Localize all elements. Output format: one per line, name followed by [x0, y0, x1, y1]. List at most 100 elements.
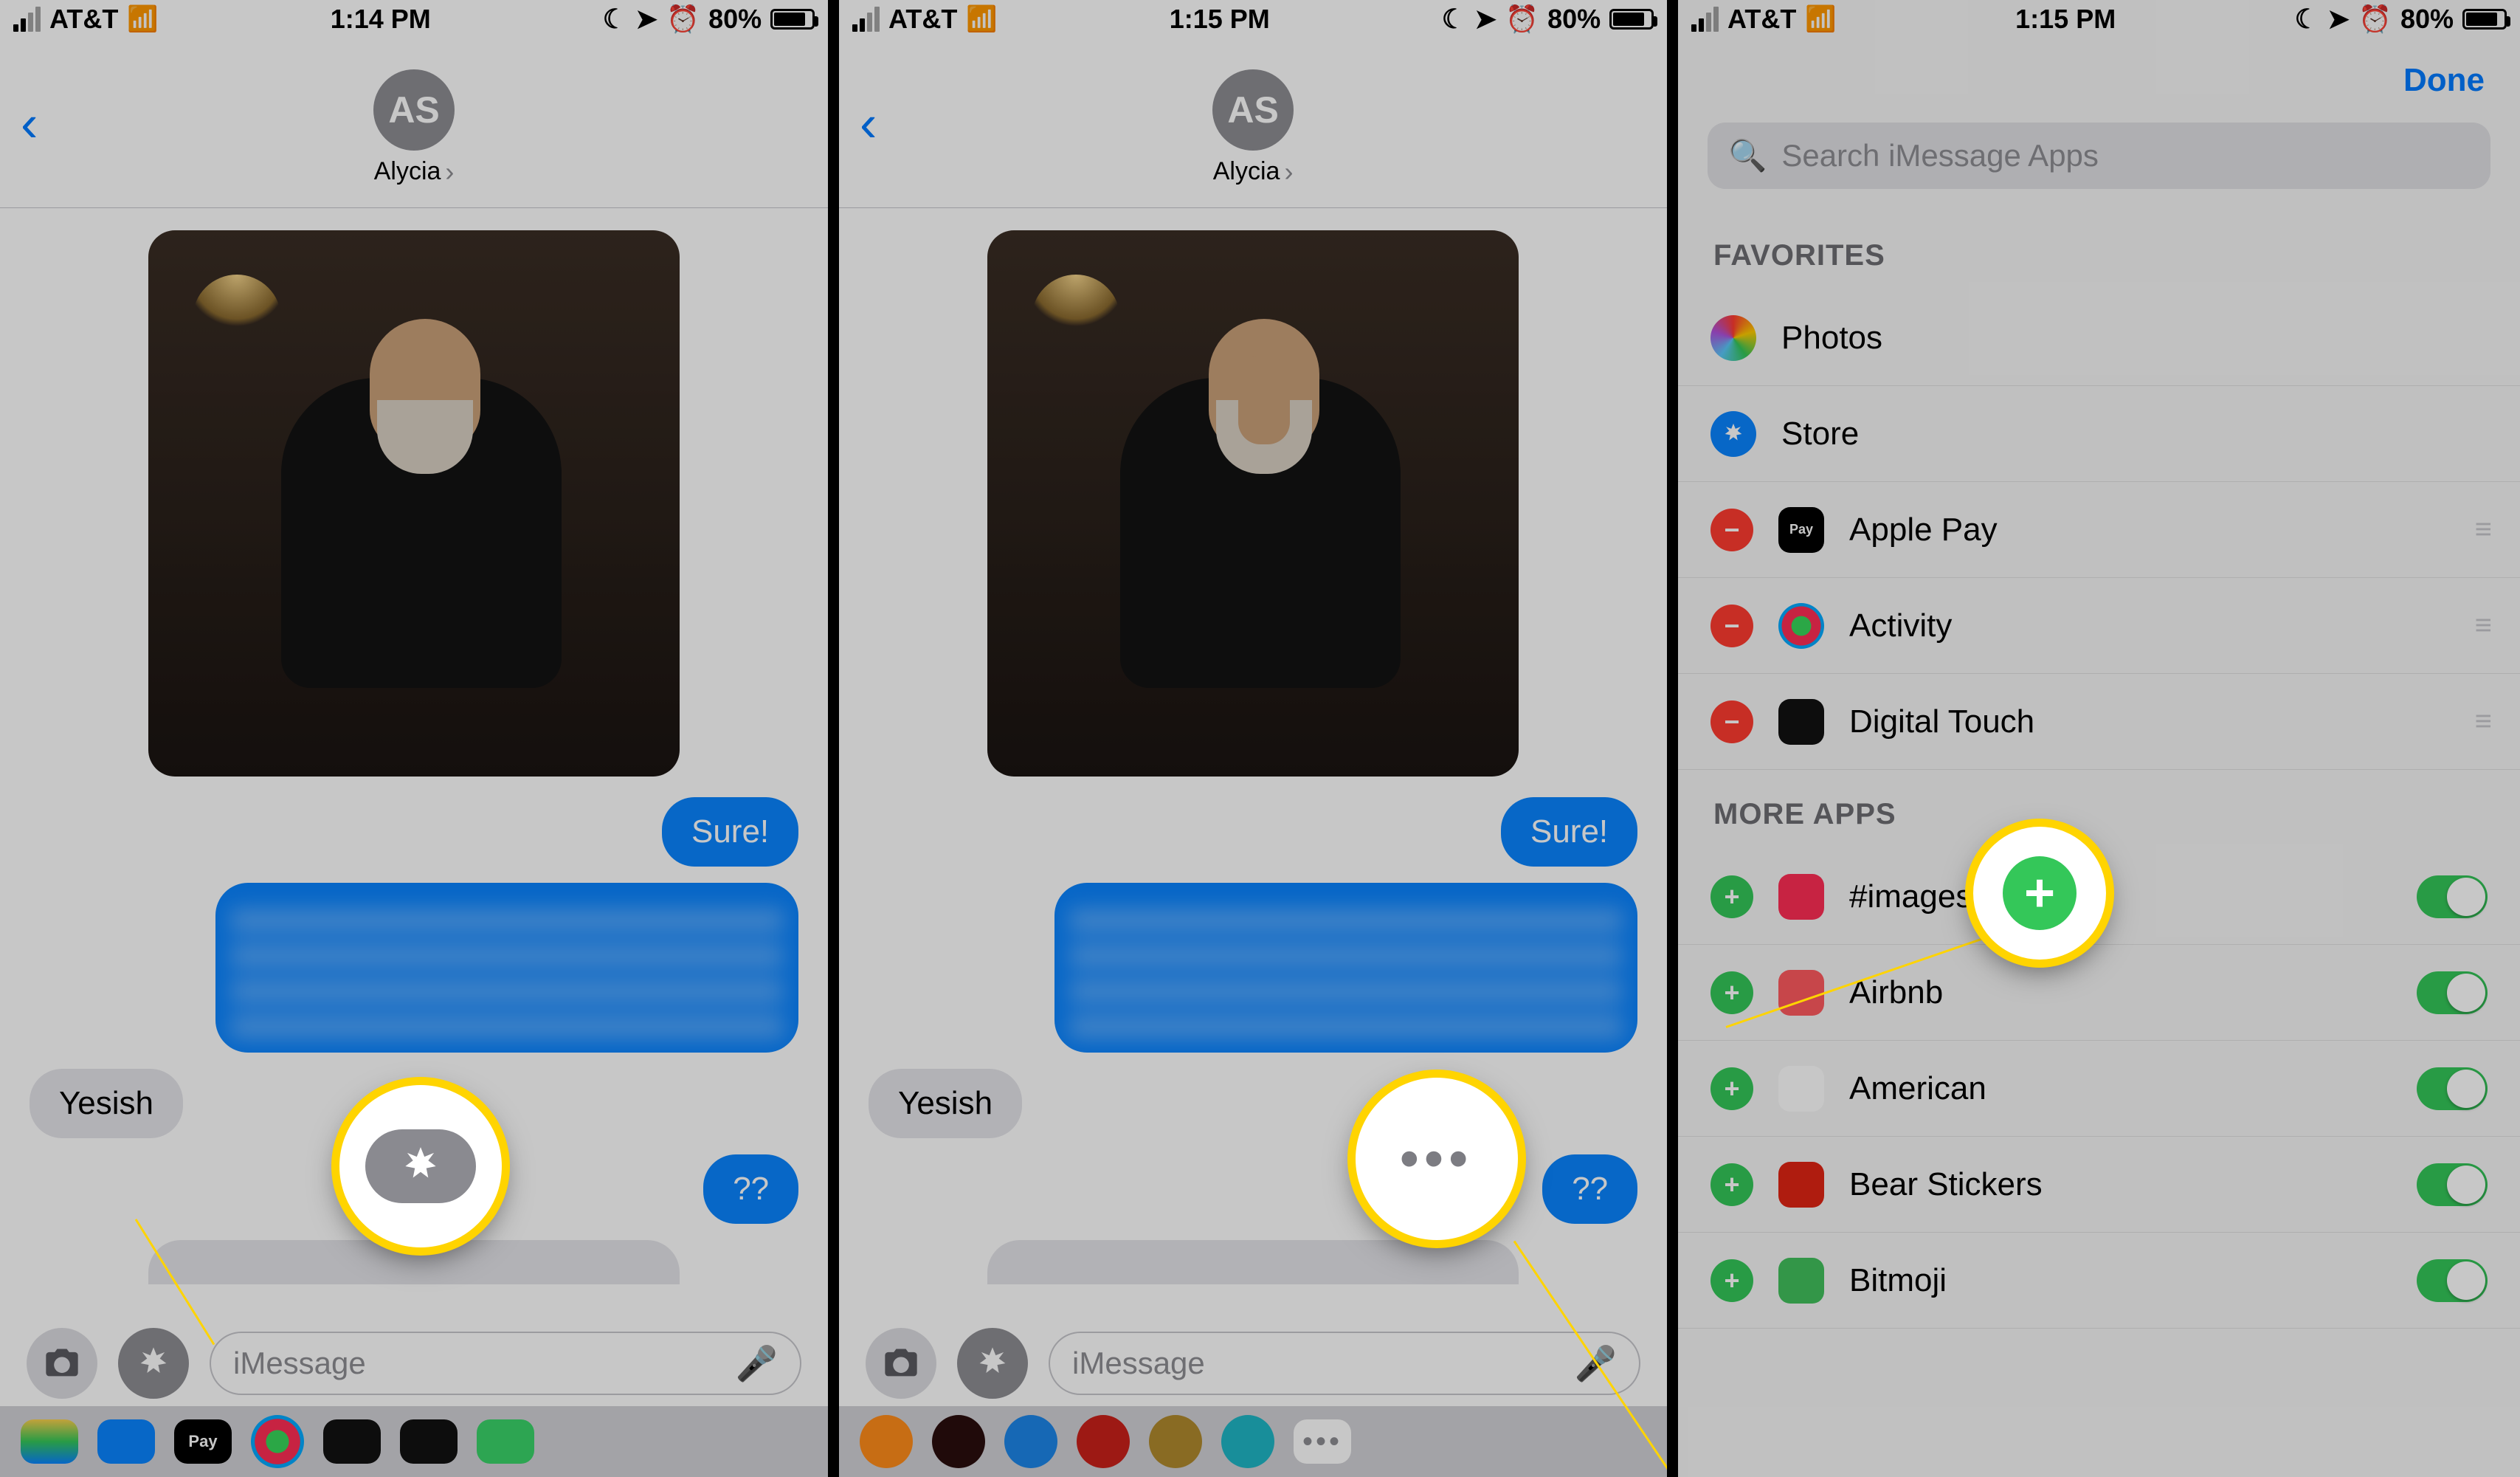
apps-key-button[interactable] — [957, 1328, 1028, 1399]
enable-toggle[interactable] — [2417, 875, 2488, 918]
add-button[interactable]: + — [1711, 1163, 1753, 1206]
redacted-outgoing-bubble[interactable] — [215, 883, 798, 1053]
remove-button[interactable]: − — [1711, 605, 1753, 647]
add-button[interactable]: + — [1711, 1259, 1753, 1302]
app-blue[interactable] — [1004, 1415, 1057, 1468]
microphone-icon[interactable]: 🎤 — [736, 1343, 778, 1384]
remove-button[interactable]: − — [1711, 509, 1753, 551]
compose-bar: iMessage 🎤 — [839, 1321, 1667, 1406]
app-drawer[interactable]: Pay — [0, 1406, 828, 1477]
wifi-icon: 📶 — [127, 4, 158, 34]
app-icon-7[interactable] — [477, 1419, 534, 1464]
incoming-bubble-cutoff — [987, 1240, 1519, 1284]
app-icon — [1778, 1162, 1824, 1208]
more-app-row[interactable]: +Bitmoji — [1678, 1233, 2520, 1329]
outgoing-bubble[interactable]: ?? — [1542, 1154, 1637, 1224]
photos-app-icon[interactable] — [21, 1419, 78, 1464]
outgoing-bubble[interactable]: ?? — [703, 1154, 798, 1224]
add-button[interactable]: + — [1711, 1067, 1753, 1110]
apps-key-button[interactable] — [118, 1328, 189, 1399]
enable-toggle[interactable] — [2417, 1163, 2488, 1206]
contact-avatar[interactable]: AS — [1212, 69, 1294, 151]
camera-button[interactable] — [27, 1328, 97, 1399]
favorite-row-activity[interactable]: − Activity ≡ — [1678, 578, 2520, 674]
app-label: Airbnb — [1849, 974, 2392, 1011]
contact-name-button[interactable]: Alycia › — [1213, 156, 1294, 187]
favorite-row-digitaltouch[interactable]: − Digital Touch ≡ — [1678, 674, 2520, 770]
clock-label: 1:15 PM — [2015, 4, 2116, 35]
chevron-right-icon: › — [1284, 156, 1293, 187]
app-label: American — [1849, 1070, 2392, 1107]
sheet-header: Done — [1678, 38, 2520, 123]
app-icon-6[interactable] — [400, 1419, 458, 1464]
reorder-handle-icon[interactable]: ≡ — [2475, 513, 2488, 546]
contact-name-button[interactable]: Alycia › — [374, 156, 455, 187]
callout-more-button: ••• — [1356, 1078, 1518, 1240]
input-placeholder: iMessage — [1072, 1346, 1205, 1381]
contact-avatar[interactable]: AS — [373, 69, 455, 151]
clock-label: 1:14 PM — [331, 4, 431, 35]
more-app-row[interactable]: + American — [1678, 1041, 2520, 1137]
favorite-row-applepay[interactable]: − Pay Apple Pay ≡ — [1678, 482, 2520, 578]
outgoing-bubble[interactable]: Sure! — [1501, 797, 1637, 867]
location-icon: ➤ — [635, 4, 657, 35]
incoming-bubble[interactable]: Yesish — [30, 1069, 183, 1138]
incoming-bubble[interactable]: Yesish — [869, 1069, 1022, 1138]
add-button[interactable]: + — [1711, 875, 1753, 918]
reorder-handle-icon[interactable]: ≡ — [2475, 705, 2488, 738]
add-button[interactable]: + — [1711, 971, 1753, 1014]
back-button[interactable]: ‹ — [860, 94, 877, 153]
redacted-outgoing-bubble[interactable] — [1054, 883, 1637, 1053]
gif-message[interactable] — [987, 230, 1519, 777]
app-orange[interactable] — [860, 1415, 913, 1468]
app-label: Bear Stickers — [1849, 1166, 2392, 1203]
location-icon: ➤ — [2327, 4, 2350, 35]
contact-name: Alycia — [1213, 157, 1280, 186]
apple-pay-icon[interactable]: Pay — [174, 1419, 232, 1464]
messages-screen-1: AT&T 📶 1:14 PM ☾ ➤ ⏰ 80% ‹ AS Alycia › — [0, 0, 828, 1477]
digital-touch-icon[interactable] — [323, 1419, 381, 1464]
more-app-row[interactable]: + Airbnb — [1678, 945, 2520, 1041]
search-input[interactable]: 🔍 Search iMessage Apps — [1708, 123, 2490, 189]
app-red[interactable] — [1077, 1415, 1130, 1468]
carrier-label: AT&T — [1727, 4, 1796, 35]
carrier-label: AT&T — [888, 4, 957, 35]
app-gold[interactable] — [1149, 1415, 1202, 1468]
done-button[interactable]: Done — [2403, 62, 2485, 99]
more-app-row[interactable]: + Bear Stickers — [1678, 1137, 2520, 1233]
moon-icon: ☾ — [2295, 4, 2319, 35]
reorder-handle-icon[interactable]: ≡ — [2475, 609, 2488, 642]
app-darkred[interactable] — [932, 1415, 985, 1468]
alarm-icon: ⏰ — [1505, 4, 1539, 35]
imessage-apps-edit-screen: AT&T 📶 1:15 PM ☾ ➤ ⏰ 80% Done 🔍 Search i… — [1678, 0, 2520, 1477]
app-icon — [1778, 1066, 1824, 1112]
outgoing-bubble[interactable]: Sure! — [662, 797, 798, 867]
enable-toggle[interactable] — [2417, 1259, 2488, 1302]
app-icon — [1778, 1258, 1824, 1304]
photos-icon — [1711, 315, 1756, 361]
activity-icon — [1778, 603, 1824, 649]
message-input[interactable]: iMessage 🎤 — [210, 1332, 801, 1395]
alarm-icon: ⏰ — [666, 4, 700, 35]
app-drawer[interactable]: ••• — [839, 1406, 1667, 1477]
activity-icon[interactable] — [251, 1415, 304, 1468]
message-input[interactable]: iMessage 🎤 — [1049, 1332, 1640, 1395]
camera-button[interactable] — [866, 1328, 936, 1399]
app-teal[interactable] — [1221, 1415, 1274, 1468]
battery-icon — [1609, 9, 1654, 30]
favorite-row-store[interactable]: Store — [1678, 386, 2520, 482]
remove-button[interactable]: − — [1711, 700, 1753, 743]
back-button[interactable]: ‹ — [21, 94, 38, 153]
chevron-right-icon: › — [445, 156, 454, 187]
search-placeholder: Search iMessage Apps — [1781, 138, 2099, 173]
carrier-label: AT&T — [49, 4, 118, 35]
gif-message[interactable] — [148, 230, 680, 777]
moon-icon: ☾ — [1442, 4, 1466, 35]
battery-icon — [770, 9, 815, 30]
enable-toggle[interactable] — [2417, 971, 2488, 1014]
enable-toggle[interactable] — [2417, 1067, 2488, 1110]
more-button[interactable]: ••• — [1294, 1419, 1351, 1464]
store-app-icon[interactable] — [97, 1419, 155, 1464]
favorite-row-photos[interactable]: Photos — [1678, 290, 2520, 386]
signal-icon — [13, 7, 41, 32]
